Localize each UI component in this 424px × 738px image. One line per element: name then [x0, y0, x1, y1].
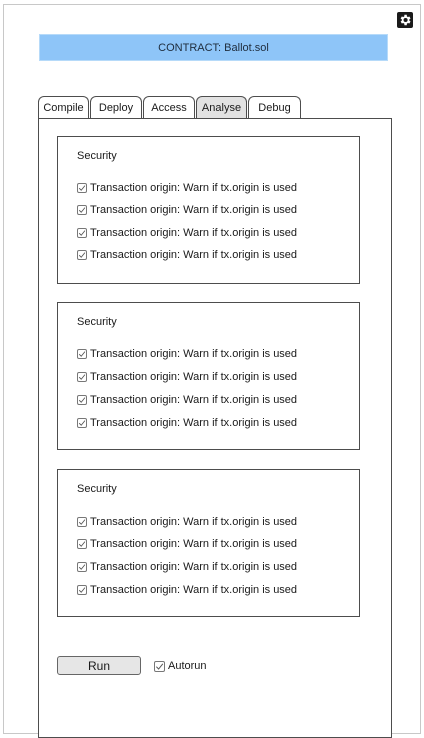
tab-label: Analyse — [201, 101, 242, 114]
tab-compile[interactable]: Compile — [38, 96, 89, 118]
checkmark-icon — [78, 252, 86, 258]
checkbox[interactable] — [77, 205, 87, 215]
group-title: Security — [77, 483, 117, 495]
checkmark-icon — [78, 230, 86, 236]
checkmark-icon — [78, 185, 86, 191]
run-button[interactable]: Run — [57, 656, 141, 675]
group-title: Security — [77, 150, 117, 162]
option-label: Transaction origin: Warn if tx.origin is… — [90, 417, 298, 429]
checkbox[interactable] — [77, 349, 87, 359]
tab-deploy[interactable]: Deploy — [90, 96, 142, 118]
checkmark-icon — [155, 662, 164, 670]
tx-origin-option[interactable]: Transaction origin: Warn if tx.origin is… — [77, 393, 297, 407]
group-title: Security — [77, 316, 117, 328]
security-group: Security Transaction origin: Warn if tx.… — [57, 136, 360, 284]
option-label: Transaction origin: Warn if tx.origin is… — [90, 227, 298, 239]
autorun-checkbox[interactable] — [154, 660, 165, 672]
checkbox[interactable] — [77, 517, 87, 527]
tab-analyse[interactable]: Analyse — [196, 96, 247, 118]
run-label: Run — [87, 658, 110, 673]
security-group: Security Transaction origin: Warn if tx.… — [57, 302, 360, 450]
security-group: Security Transaction origin: Warn if tx.… — [57, 469, 360, 617]
checkbox[interactable] — [77, 395, 87, 405]
gear-icon — [400, 14, 411, 26]
autorun-label: Autorun — [168, 660, 207, 672]
tx-origin-option[interactable]: Transaction origin: Warn if tx.origin is… — [77, 537, 297, 551]
tx-origin-option[interactable]: Transaction origin: Warn if tx.origin is… — [77, 248, 297, 262]
checkmark-icon — [78, 519, 86, 525]
contract-banner: CONTRACT: Ballot.sol — [39, 34, 388, 61]
checkmark-icon — [78, 564, 86, 570]
option-label: Transaction origin: Warn if tx.origin is… — [90, 561, 298, 573]
tx-origin-option[interactable]: Transaction origin: Warn if tx.origin is… — [77, 560, 297, 574]
checkbox[interactable] — [77, 562, 87, 572]
settings-button[interactable] — [397, 12, 413, 28]
tab-label: Access — [151, 101, 187, 114]
checkmark-icon — [78, 420, 86, 426]
checkmark-icon — [78, 207, 86, 213]
tx-origin-option[interactable]: Transaction origin: Warn if tx.origin is… — [77, 515, 297, 529]
checkbox[interactable] — [77, 539, 87, 549]
checkbox[interactable] — [77, 418, 87, 428]
checkmark-icon — [78, 397, 86, 403]
tab-bar: Compile Deploy Access Analyse Debug — [38, 96, 302, 119]
option-label: Transaction origin: Warn if tx.origin is… — [90, 516, 298, 528]
option-label: Transaction origin: Warn if tx.origin is… — [90, 584, 298, 596]
checkmark-icon — [78, 351, 86, 357]
tx-origin-option[interactable]: Transaction origin: Warn if tx.origin is… — [77, 370, 297, 384]
checkmark-icon — [78, 587, 86, 593]
checkmark-icon — [78, 374, 86, 380]
contract-label: CONTRACT: Ballot.sol — [158, 41, 269, 54]
checkbox[interactable] — [77, 372, 87, 382]
option-label: Transaction origin: Warn if tx.origin is… — [90, 538, 298, 550]
tab-label: Deploy — [98, 101, 134, 114]
option-label: Transaction origin: Warn if tx.origin is… — [90, 394, 298, 406]
tx-origin-option[interactable]: Transaction origin: Warn if tx.origin is… — [77, 226, 297, 240]
tab-label: Compile — [43, 101, 84, 114]
option-label: Transaction origin: Warn if tx.origin is… — [90, 371, 298, 383]
checkbox[interactable] — [77, 250, 87, 260]
tx-origin-option[interactable]: Transaction origin: Warn if tx.origin is… — [77, 203, 297, 217]
tab-label: Debug — [258, 101, 291, 114]
option-label: Transaction origin: Warn if tx.origin is… — [90, 182, 298, 194]
checkbox[interactable] — [77, 585, 87, 595]
checkbox[interactable] — [77, 183, 87, 193]
option-label: Transaction origin: Warn if tx.origin is… — [90, 249, 298, 261]
autorun-toggle[interactable]: Autorun — [154, 660, 207, 672]
tx-origin-option[interactable]: Transaction origin: Warn if tx.origin is… — [77, 416, 297, 430]
checkbox[interactable] — [77, 228, 87, 238]
option-label: Transaction origin: Warn if tx.origin is… — [90, 204, 298, 216]
option-label: Transaction origin: Warn if tx.origin is… — [90, 348, 298, 360]
tx-origin-option[interactable]: Transaction origin: Warn if tx.origin is… — [77, 347, 297, 361]
tab-access[interactable]: Access — [143, 96, 195, 118]
checkmark-icon — [78, 541, 86, 547]
tab-debug[interactable]: Debug — [248, 96, 301, 118]
tx-origin-option[interactable]: Transaction origin: Warn if tx.origin is… — [77, 583, 297, 597]
tx-origin-option[interactable]: Transaction origin: Warn if tx.origin is… — [77, 181, 297, 195]
